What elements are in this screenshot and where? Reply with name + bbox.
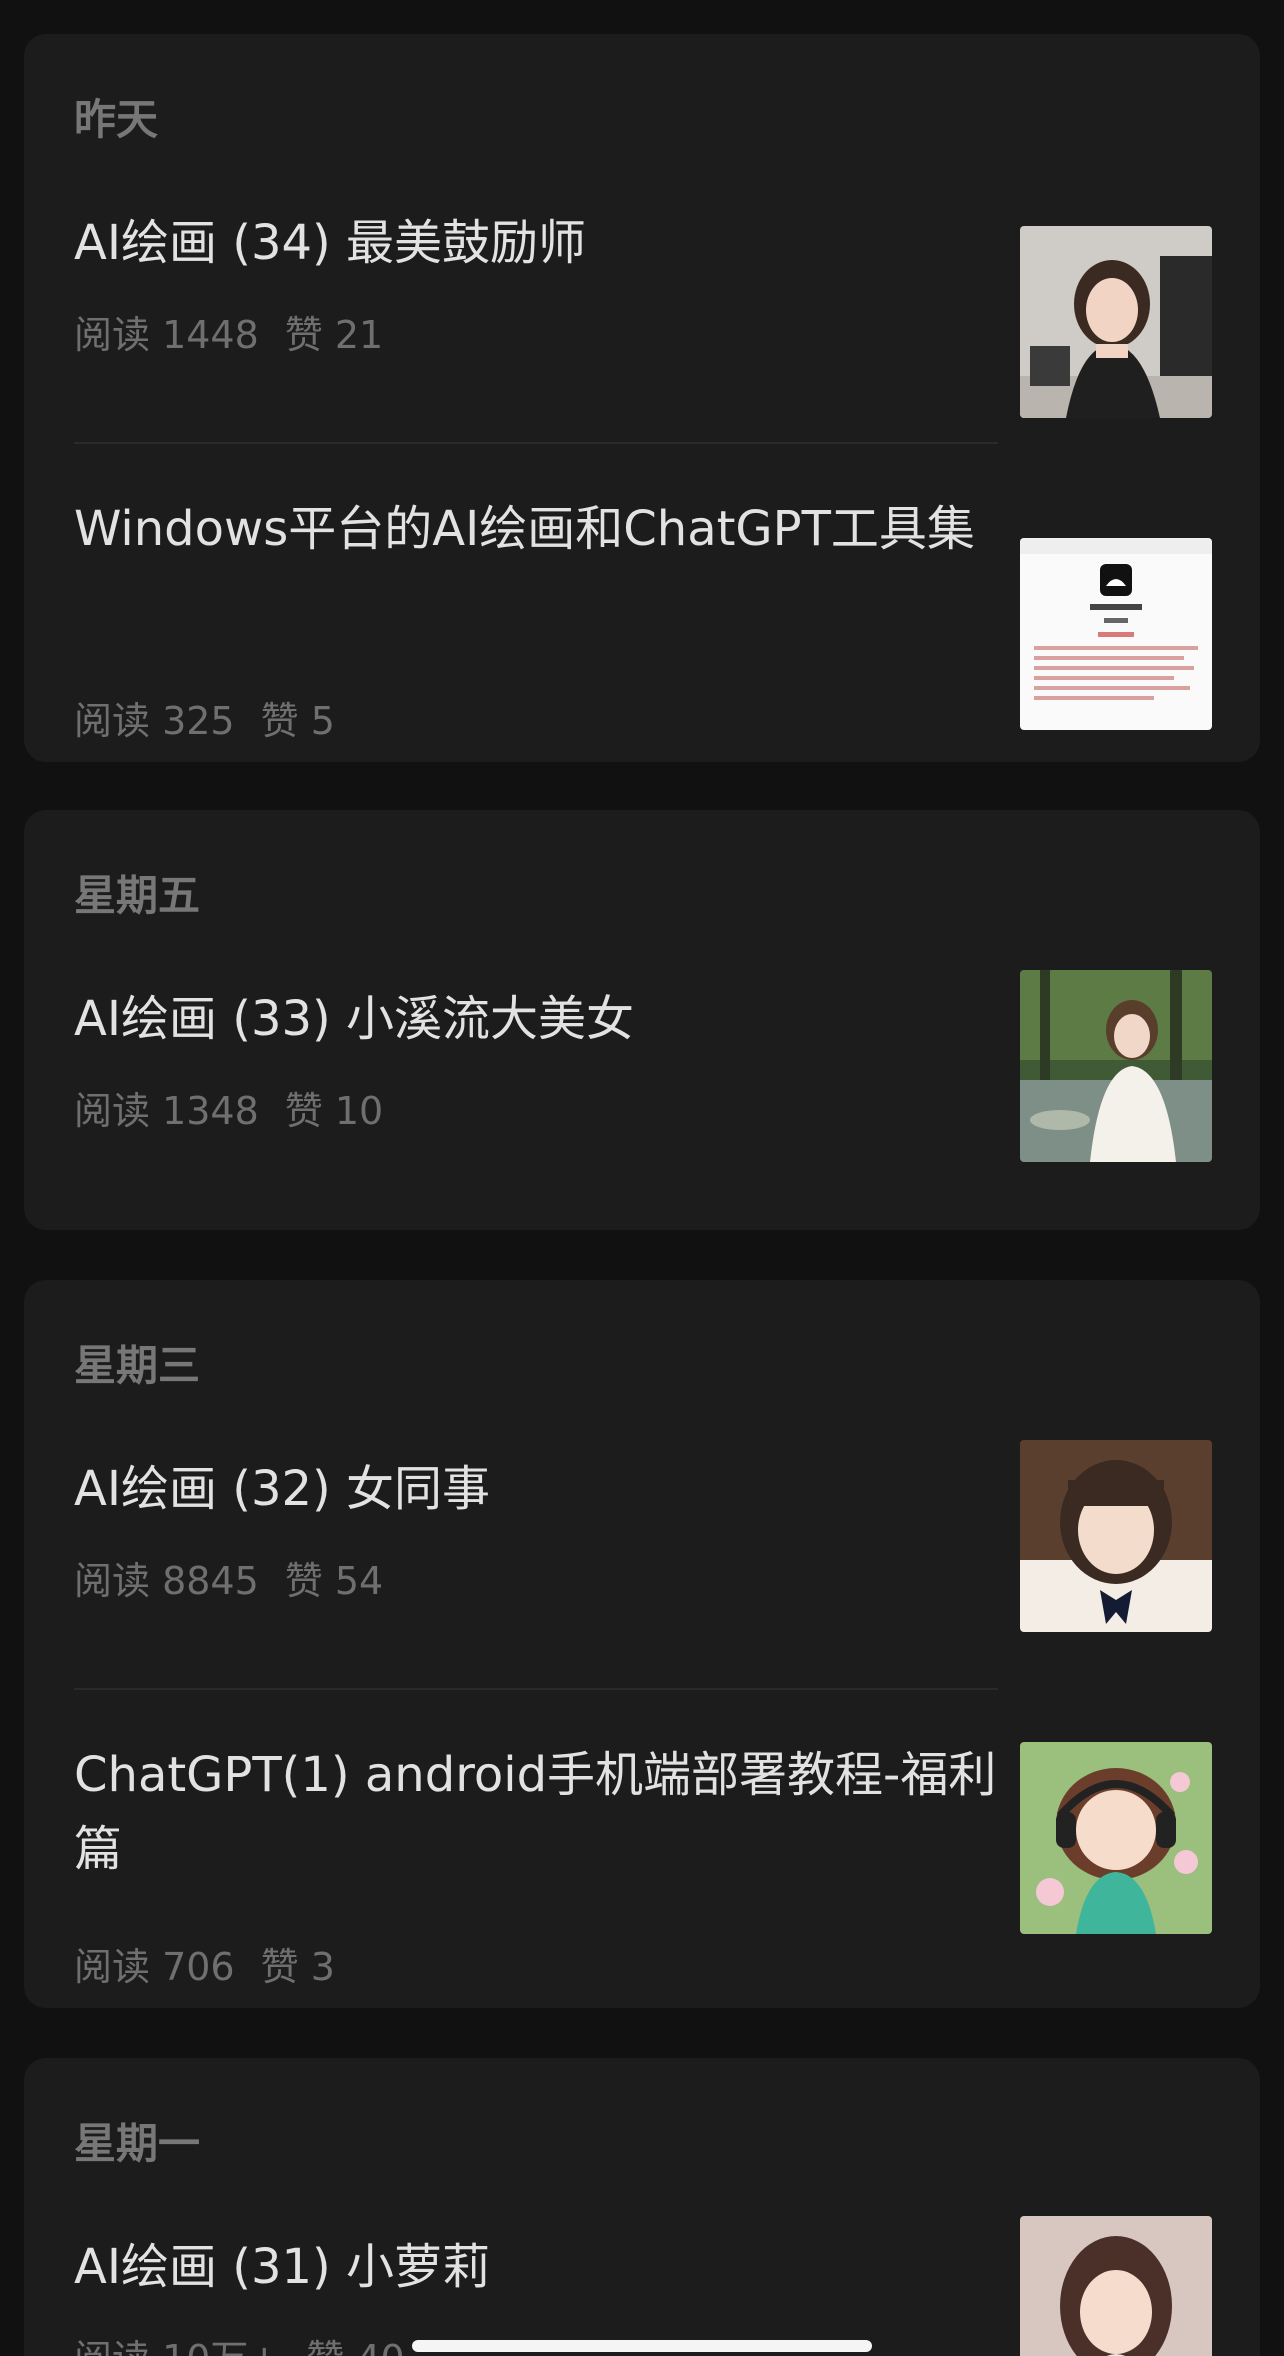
- article-title[interactable]: AI绘画 (31) 小萝莉: [74, 2230, 1014, 2304]
- article-title[interactable]: AI绘画 (34) 最美鼓励师: [74, 206, 1014, 280]
- article-item[interactable]: AI绘画 (32) 女同事 阅读 8845 赞 54: [24, 1438, 1260, 1688]
- day-group-card: 星期三 AI绘画 (32) 女同事 阅读 8845 赞 54 ChatGPT(1)…: [24, 1280, 1260, 2008]
- article-stats: 阅读 325 赞 5: [74, 690, 335, 745]
- home-indicator[interactable]: [412, 2340, 872, 2352]
- article-stats: 阅读 706 赞 3: [74, 1936, 335, 1991]
- article-stats: 阅读 8845 赞 54: [74, 1550, 383, 1605]
- article-thumbnail[interactable]: [1020, 1440, 1212, 1632]
- article-item[interactable]: AI绘画 (34) 最美鼓励师 阅读 1448 赞 21: [24, 192, 1260, 442]
- article-item[interactable]: AI绘画 (31) 小萝莉 阅读 10万+ 赞 40: [24, 2216, 1260, 2356]
- like-count: 赞 21: [284, 313, 384, 357]
- like-count: 赞 3: [260, 1945, 335, 1989]
- like-count: 赞 10: [284, 1089, 384, 1133]
- article-stats: 阅读 1448 赞 21: [74, 304, 383, 359]
- read-count: 阅读 10万+: [74, 2337, 280, 2356]
- article-thumbnail[interactable]: [1020, 226, 1212, 418]
- read-count: 阅读 325: [74, 699, 235, 743]
- article-title[interactable]: Windows平台的AI绘画和ChatGPT工具集: [74, 492, 1014, 566]
- article-history-page: 昨天 AI绘画 (34) 最美鼓励师 阅读 1448 赞 21 Windows平…: [0, 0, 1284, 2356]
- article-item[interactable]: ChatGPT(1) android手机端部署教程-福利篇 阅读 706 赞 3: [24, 1740, 1260, 1990]
- read-count: 阅读 1348: [74, 1089, 259, 1133]
- day-heading: 昨天: [74, 95, 159, 144]
- item-divider: [74, 442, 998, 444]
- article-title[interactable]: AI绘画 (33) 小溪流大美女: [74, 982, 1014, 1056]
- day-heading: 星期五: [74, 871, 201, 920]
- read-count: 阅读 706: [74, 1945, 235, 1989]
- day-heading: 星期一: [74, 2119, 201, 2168]
- article-thumbnail[interactable]: [1020, 970, 1212, 1162]
- article-stats: 阅读 10万+ 赞 40: [74, 2328, 405, 2356]
- day-group-card: 昨天 AI绘画 (34) 最美鼓励师 阅读 1448 赞 21 Windows平…: [24, 34, 1260, 762]
- article-thumbnail[interactable]: [1020, 1742, 1212, 1934]
- article-thumbnail[interactable]: [1020, 2216, 1212, 2356]
- day-group-card: 星期五 AI绘画 (33) 小溪流大美女 阅读 1348 赞 10: [24, 810, 1260, 1230]
- article-thumbnail[interactable]: [1020, 538, 1212, 730]
- item-divider: [74, 1688, 998, 1690]
- article-title[interactable]: ChatGPT(1) android手机端部署教程-福利篇: [74, 1738, 1014, 1886]
- article-item[interactable]: Windows平台的AI绘画和ChatGPT工具集 阅读 325 赞 5: [24, 494, 1260, 744]
- article-title[interactable]: AI绘画 (32) 女同事: [74, 1452, 1014, 1526]
- read-count: 阅读 1448: [74, 313, 259, 357]
- article-item[interactable]: AI绘画 (33) 小溪流大美女 阅读 1348 赞 10: [24, 968, 1260, 1218]
- like-count: 赞 54: [284, 1559, 384, 1603]
- day-group-card: 星期一 AI绘画 (31) 小萝莉 阅读 10万+ 赞 40: [24, 2058, 1260, 2356]
- day-heading: 星期三: [74, 1341, 201, 1390]
- read-count: 阅读 8845: [74, 1559, 259, 1603]
- like-count: 赞 40: [306, 2337, 404, 2356]
- article-stats: 阅读 1348 赞 10: [74, 1080, 383, 1135]
- like-count: 赞 5: [260, 699, 335, 743]
